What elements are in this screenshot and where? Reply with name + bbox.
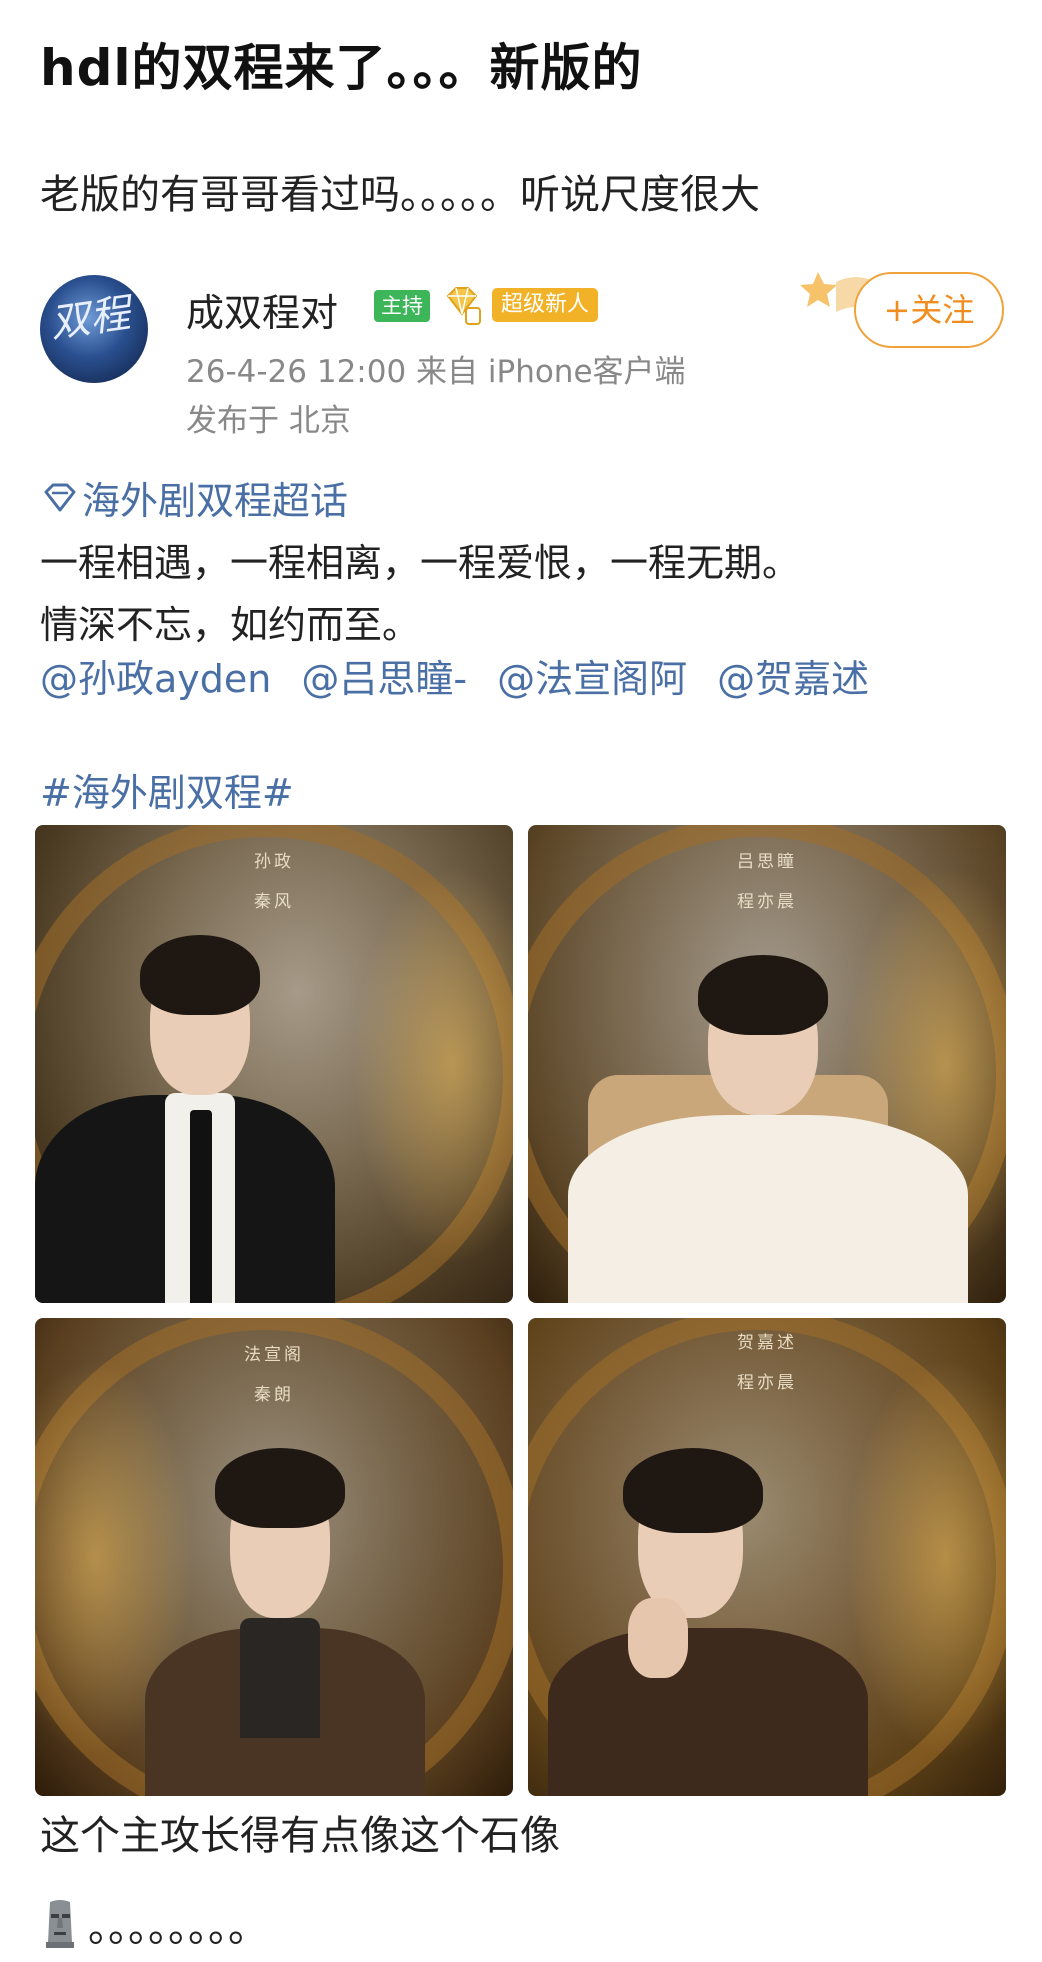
author-name[interactable]: 成双程对 — [186, 282, 338, 337]
hashtag-link[interactable]: #海外剧双程# — [40, 762, 294, 817]
poster-figure-hair — [140, 935, 260, 1015]
super-newbie-badge: 超级新人 — [492, 288, 599, 322]
post-subtitle: 老版的有哥哥看过吗。。。。。听说尺度很大 — [40, 172, 760, 218]
mention-link[interactable]: @吕思瞳- — [301, 648, 467, 703]
poster-role-name: 程亦晨 — [737, 1373, 797, 1393]
poster-figure-body — [568, 1115, 968, 1303]
mention-link[interactable]: @孙政ayden — [40, 648, 271, 703]
avatar[interactable]: 双程 — [40, 275, 148, 383]
poster-image[interactable]: 法宣阁 秦朗 — [35, 1318, 513, 1796]
poster-image[interactable]: 吕思瞳 程亦晨 — [528, 825, 1006, 1303]
poster-figure-hair — [698, 955, 828, 1035]
follow-button[interactable]: +关注 — [854, 272, 1004, 348]
moai-icon — [46, 1900, 74, 1948]
poster-image[interactable]: 贺嘉述 程亦晨 — [528, 1318, 1006, 1796]
poster-role-name: 秦风 — [254, 892, 294, 912]
poster-role-name: 程亦晨 — [737, 892, 797, 912]
poster-image[interactable]: 孙政 秦风 — [35, 825, 513, 1303]
mention-link[interactable]: @法宣阁阿 — [497, 648, 687, 703]
poster-figure-hair — [215, 1448, 345, 1528]
super-topic-label: 海外剧双程超话 — [82, 479, 349, 523]
poster-actor-name: 孙政 — [254, 852, 294, 872]
mention-link[interactable]: @贺嘉述 — [717, 648, 869, 703]
poster-figure-body — [548, 1628, 868, 1796]
poster-actor-name: 法宣阁 — [244, 1345, 304, 1365]
poster-figure-hand — [628, 1598, 688, 1678]
super-topic-link[interactable]: 海外剧双程超话 — [40, 470, 348, 525]
post-body-line: 情深不忘，如约而至。 — [40, 603, 421, 647]
poster-figure-tie — [190, 1110, 212, 1303]
diamond-icon — [44, 483, 76, 511]
poster-actor-name: 贺嘉述 — [737, 1333, 797, 1353]
poster-glow — [846, 1358, 1006, 1758]
fan-level-diamond-icon — [446, 287, 481, 325]
poster-glow — [353, 865, 513, 1265]
post-meta: 26-4-26 12:00 来自 iPhone客户端 — [186, 354, 686, 390]
post-location: 发布于 北京 — [186, 403, 351, 439]
poster-figure-shirt — [240, 1618, 320, 1738]
poster-role-name: 秦朗 — [254, 1385, 294, 1405]
comment-dots: 。。。。。。。。 — [88, 1905, 268, 1951]
comment-text: 这个主攻长得有点像这个石像 — [40, 1813, 560, 1859]
poster-figure-hair — [623, 1448, 763, 1533]
post-body-line: 一程相遇，一程相离，一程爱恨，一程无期。 — [40, 541, 801, 585]
avatar-logo-text: 双程 — [47, 290, 133, 348]
host-badge: 主持 — [374, 290, 430, 322]
post-title: hdl的双程来了。。。新版的 — [40, 39, 643, 97]
mentions: @孙政ayden @吕思瞳- @法宣阁阿 @贺嘉述 — [40, 648, 869, 703]
poster-actor-name: 吕思瞳 — [737, 852, 797, 872]
comment-emoji-row: 。。。。。。。。 — [40, 1895, 268, 1953]
